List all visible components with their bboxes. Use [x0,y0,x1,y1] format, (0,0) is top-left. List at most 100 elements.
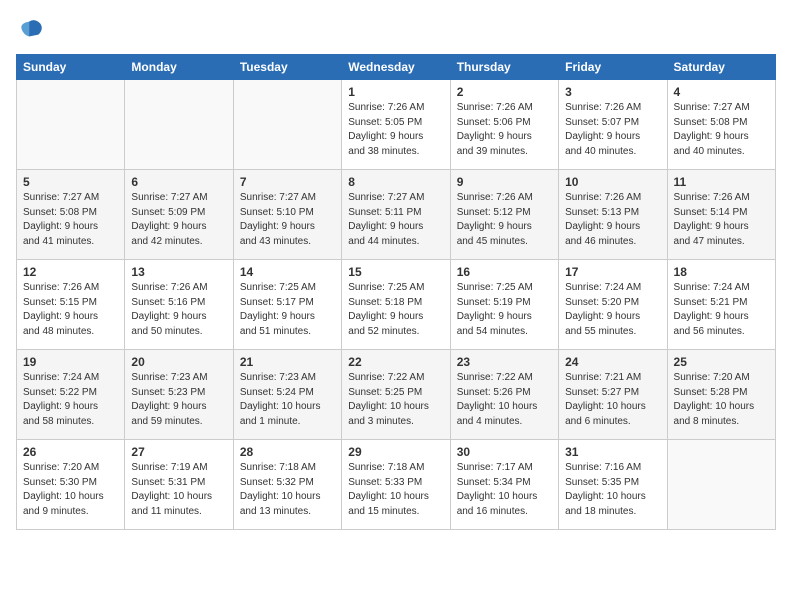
page-header [16,16,776,44]
day-number: 30 [457,445,552,459]
day-number: 22 [348,355,443,369]
calendar-cell: 26 Sunrise: 7:20 AM Sunset: 5:30 PM Dayli… [17,440,125,530]
day-number: 31 [565,445,660,459]
calendar-cell: 6Sunrise: 7:27 AM Sunset: 5:09 PM Daylig… [125,170,233,260]
calendar-cell: 28 Sunrise: 7:18 AM Sunset: 5:32 PM Dayli… [233,440,341,530]
day-info: Sunrise: 7:26 AM Sunset: 5:13 PM Dayligh… [565,191,660,249]
calendar-cell: 2 Sunrise: 7:26 AM Sunset: 5:06 PM Daylig… [450,80,558,170]
day-info: Sunrise: 7:26 AM Sunset: 5:16 PM Dayligh… [131,281,226,339]
day-info: Sunrise: 7:23 AM Sunset: 5:23 PM Dayligh… [131,371,226,429]
day-number: 28 [240,445,335,459]
day-number: 14 [240,265,335,279]
day-header-saturday: Saturday [667,55,775,80]
calendar-cell: 15 Sunrise: 7:25 AM Sunset: 5:18 PM Dayli… [342,260,450,350]
day-number: 20 [131,355,226,369]
week-row-1: 1 Sunrise: 7:26 AM Sunset: 5:05 PM Daylig… [17,80,776,170]
calendar-cell [17,80,125,170]
day-info: Sunrise: 7:27 AM Sunset: 5:10 PM Dayligh… [240,191,335,249]
day-info: Sunrise: 7:17 AM Sunset: 5:34 PM Dayligh… [457,461,552,519]
day-info: Sunrise: 7:24 AM Sunset: 5:21 PM Dayligh… [674,281,769,339]
day-info: Sunrise: 7:27 AM Sunset: 5:08 PM Dayligh… [23,191,118,249]
calendar-cell: 11 Sunrise: 7:26 AM Sunset: 5:14 PM Dayli… [667,170,775,260]
day-number: 26 [23,445,118,459]
calendar-cell: 1 Sunrise: 7:26 AM Sunset: 5:05 PM Daylig… [342,80,450,170]
day-info: Sunrise: 7:22 AM Sunset: 5:26 PM Dayligh… [457,371,552,429]
calendar-cell [667,440,775,530]
day-info: Sunrise: 7:27 AM Sunset: 5:09 PM Dayligh… [131,191,226,249]
day-info: Sunrise: 7:24 AM Sunset: 5:22 PM Dayligh… [23,371,118,429]
day-info: Sunrise: 7:26 AM Sunset: 5:15 PM Dayligh… [23,281,118,339]
day-number: 12 [23,265,118,279]
calendar-table: SundayMondayTuesdayWednesdayThursdayFrid… [16,54,776,530]
day-info: Sunrise: 7:25 AM Sunset: 5:18 PM Dayligh… [348,281,443,339]
day-info: Sunrise: 7:18 AM Sunset: 5:33 PM Dayligh… [348,461,443,519]
day-info: Sunrise: 7:21 AM Sunset: 5:27 PM Dayligh… [565,371,660,429]
week-row-5: 26 Sunrise: 7:20 AM Sunset: 5:30 PM Dayli… [17,440,776,530]
calendar-cell: 30 Sunrise: 7:17 AM Sunset: 5:34 PM Dayli… [450,440,558,530]
day-number: 23 [457,355,552,369]
day-number: 2 [457,85,552,99]
logo-icon [16,16,44,44]
calendar-cell: 7 Sunrise: 7:27 AM Sunset: 5:10 PM Daylig… [233,170,341,260]
day-info: Sunrise: 7:26 AM Sunset: 5:06 PM Dayligh… [457,101,552,159]
day-number: 13 [131,265,226,279]
day-number: 18 [674,265,769,279]
day-number: 7 [240,175,335,189]
day-info: Sunrise: 7:26 AM Sunset: 5:05 PM Dayligh… [348,101,443,159]
day-number: 19 [23,355,118,369]
day-number: 1 [348,85,443,99]
day-number: 15 [348,265,443,279]
header-row: SundayMondayTuesdayWednesdayThursdayFrid… [17,55,776,80]
calendar-cell: 21Sunrise: 7:23 AM Sunset: 5:24 PM Dayli… [233,350,341,440]
calendar-cell: 10 Sunrise: 7:26 AM Sunset: 5:13 PM Dayli… [559,170,667,260]
logo [16,16,48,44]
calendar-cell: 8 Sunrise: 7:27 AM Sunset: 5:11 PM Daylig… [342,170,450,260]
calendar-cell: 22 Sunrise: 7:22 AM Sunset: 5:25 PM Dayli… [342,350,450,440]
day-info: Sunrise: 7:27 AM Sunset: 5:11 PM Dayligh… [348,191,443,249]
calendar-cell: 16Sunrise: 7:25 AM Sunset: 5:19 PM Dayli… [450,260,558,350]
calendar-cell: 3Sunrise: 7:26 AM Sunset: 5:07 PM Daylig… [559,80,667,170]
day-number: 9 [457,175,552,189]
calendar-cell: 4 Sunrise: 7:27 AM Sunset: 5:08 PM Daylig… [667,80,775,170]
calendar-cell: 13 Sunrise: 7:26 AM Sunset: 5:16 PM Dayli… [125,260,233,350]
day-number: 8 [348,175,443,189]
day-info: Sunrise: 7:26 AM Sunset: 5:12 PM Dayligh… [457,191,552,249]
calendar-cell: 5 Sunrise: 7:27 AM Sunset: 5:08 PM Daylig… [17,170,125,260]
calendar-cell: 18 Sunrise: 7:24 AM Sunset: 5:21 PM Dayli… [667,260,775,350]
calendar-cell: 20 Sunrise: 7:23 AM Sunset: 5:23 PM Dayli… [125,350,233,440]
calendar-cell: 17 Sunrise: 7:24 AM Sunset: 5:20 PM Dayli… [559,260,667,350]
day-info: Sunrise: 7:26 AM Sunset: 5:14 PM Dayligh… [674,191,769,249]
day-number: 16 [457,265,552,279]
day-number: 25 [674,355,769,369]
day-info: Sunrise: 7:20 AM Sunset: 5:30 PM Dayligh… [23,461,118,519]
calendar-cell: 9 Sunrise: 7:26 AM Sunset: 5:12 PM Daylig… [450,170,558,260]
calendar-cell: 12 Sunrise: 7:26 AM Sunset: 5:15 PM Dayli… [17,260,125,350]
calendar-cell: 23 Sunrise: 7:22 AM Sunset: 5:26 PM Dayli… [450,350,558,440]
day-number: 27 [131,445,226,459]
day-number: 11 [674,175,769,189]
day-number: 4 [674,85,769,99]
day-info: Sunrise: 7:16 AM Sunset: 5:35 PM Dayligh… [565,461,660,519]
week-row-2: 5 Sunrise: 7:27 AM Sunset: 5:08 PM Daylig… [17,170,776,260]
day-number: 5 [23,175,118,189]
week-row-3: 12 Sunrise: 7:26 AM Sunset: 5:15 PM Dayli… [17,260,776,350]
day-header-sunday: Sunday [17,55,125,80]
week-row-4: 19 Sunrise: 7:24 AM Sunset: 5:22 PM Dayli… [17,350,776,440]
calendar-cell: 29 Sunrise: 7:18 AM Sunset: 5:33 PM Dayli… [342,440,450,530]
day-info: Sunrise: 7:18 AM Sunset: 5:32 PM Dayligh… [240,461,335,519]
day-header-friday: Friday [559,55,667,80]
day-info: Sunrise: 7:22 AM Sunset: 5:25 PM Dayligh… [348,371,443,429]
calendar-cell: 25Sunrise: 7:20 AM Sunset: 5:28 PM Dayli… [667,350,775,440]
calendar-cell: 19 Sunrise: 7:24 AM Sunset: 5:22 PM Dayli… [17,350,125,440]
day-number: 29 [348,445,443,459]
day-header-thursday: Thursday [450,55,558,80]
day-info: Sunrise: 7:25 AM Sunset: 5:17 PM Dayligh… [240,281,335,339]
day-info: Sunrise: 7:24 AM Sunset: 5:20 PM Dayligh… [565,281,660,339]
calendar-cell: 31 Sunrise: 7:16 AM Sunset: 5:35 PM Dayli… [559,440,667,530]
calendar-cell: 24Sunrise: 7:21 AM Sunset: 5:27 PM Dayli… [559,350,667,440]
day-header-monday: Monday [125,55,233,80]
calendar-cell [125,80,233,170]
day-number: 17 [565,265,660,279]
day-number: 10 [565,175,660,189]
day-info: Sunrise: 7:27 AM Sunset: 5:08 PM Dayligh… [674,101,769,159]
